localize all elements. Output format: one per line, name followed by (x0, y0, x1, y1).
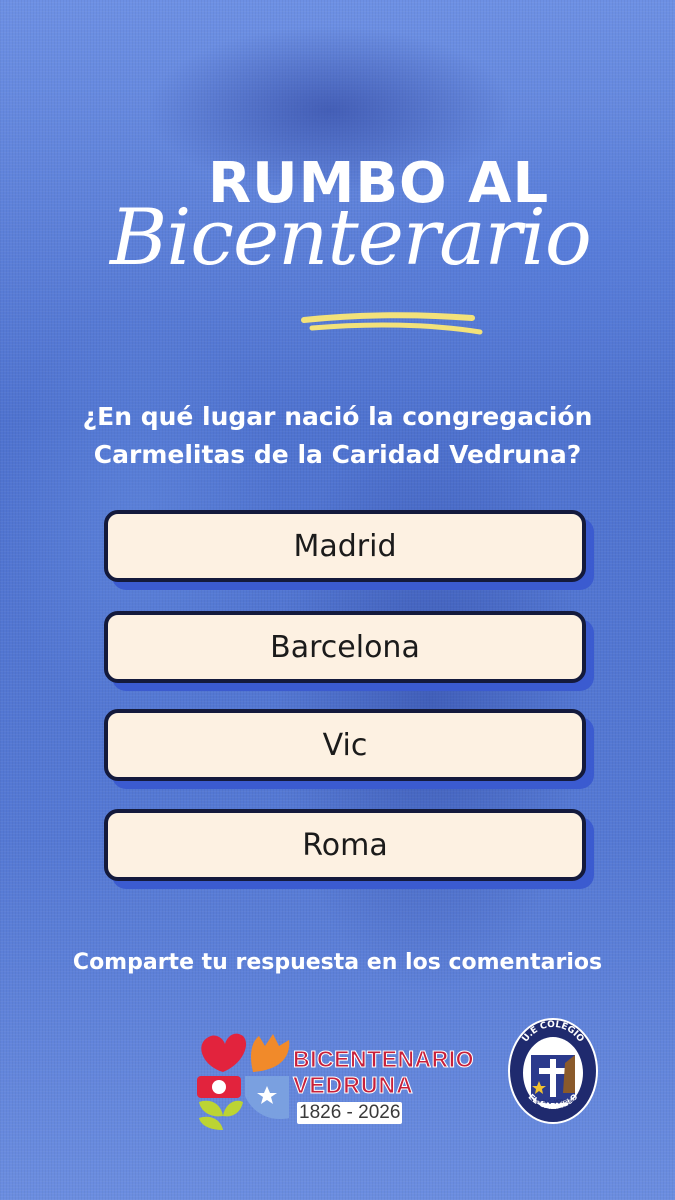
answer-option-2[interactable]: Barcelona (104, 611, 586, 683)
title-underline-decoration (301, 312, 483, 335)
bicentenario-word: BICENTENARIO (292, 1046, 475, 1073)
answer-option-1[interactable]: Madrid (104, 510, 586, 582)
quiz-question: ¿En qué lugar nació la congregación Carm… (82, 402, 593, 469)
share-prompt: Comparte tu respuesta en los comentarios (72, 950, 603, 975)
title-line-2: Bicenterario (110, 193, 592, 283)
school-cross-text: C. de la C. VEDRUNA (530, 1099, 578, 1105)
bicentenario-years: 1826 - 2026 (297, 1102, 403, 1124)
answer-option-3[interactable]: Vic (104, 709, 586, 781)
school-crest-logo: U.E COLEGIO EL CARMELO C. de la C. VEDRU… (508, 1018, 598, 1124)
vedruna-word: VEDRUNA (293, 1072, 414, 1099)
answer-option-4[interactable]: Roma (104, 809, 586, 881)
bicentenario-flower-icon (197, 1033, 290, 1130)
bicentenario-vedruna-logo: BICENTENARIO VEDRUNA 1826 - 2026 (193, 1026, 493, 1130)
